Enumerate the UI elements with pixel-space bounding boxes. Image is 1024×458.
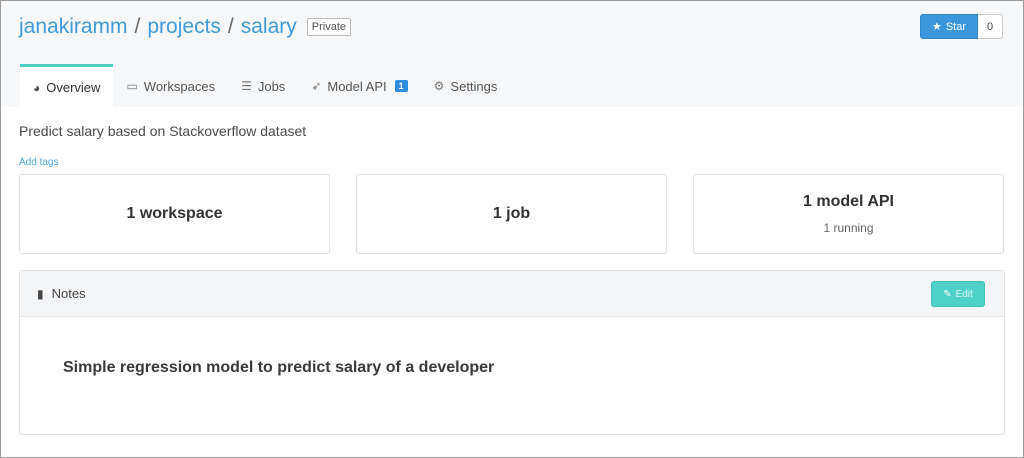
breadcrumb-project-link[interactable]: salary [241,15,297,39]
model-api-count-badge: 1 [394,80,408,92]
edit-icon: ✎ [943,288,952,300]
tab-label: Model API [327,78,387,94]
tab-workspaces[interactable]: ▭ Workspaces [113,64,228,108]
card-subtitle: 1 running [823,221,874,235]
star-icon: ★ [931,21,942,33]
card-title: 1 workspace [126,205,223,222]
list-icon: ☰ [241,79,252,93]
visibility-badge: Private [306,18,352,36]
tab-label: Settings [450,78,498,94]
card-title: 1 job [492,205,531,222]
tab-model-api[interactable]: ➶ Model API 1 [298,64,420,108]
add-tags-link[interactable]: Add tags [19,157,58,168]
star-button[interactable]: ★ Star [919,14,978,39]
tab-jobs[interactable]: ☰ Jobs [228,64,298,108]
book-icon: ▮ [37,286,44,301]
workspace-summary-card[interactable]: 1 workspace [19,174,330,254]
star-control: ★ Star 0 [919,14,1003,39]
rocket-icon: ➶ [311,79,322,93]
dashboard-icon: ◕ [33,80,41,95]
tab-label: Workspaces [143,78,216,94]
card-title: 1 model API [803,193,894,210]
gear-icon: ⚙ [433,79,445,93]
tab-label: Overview [46,80,101,95]
model-api-summary-card[interactable]: 1 model API 1 running [693,174,1004,254]
project-tabs: ◕ Overview ▭ Workspaces ☰ Jobs ➶ Model A… [20,64,510,108]
breadcrumb: janakiramm / projects / salary Private [19,15,352,39]
tab-overview[interactable]: ◕ Overview [20,64,114,108]
job-summary-card[interactable]: 1 job [356,174,667,254]
breadcrumb-owner-link[interactable]: janakiramm [19,15,128,39]
project-header: janakiramm / projects / salary Private ★… [1,1,1023,108]
notes-content: Simple regression model to predict salar… [63,359,495,376]
overview-panel: Predict salary based on Stackoverflow da… [1,107,1023,457]
breadcrumb-separator: / [227,15,234,38]
breadcrumb-separator: / [134,15,141,38]
star-count[interactable]: 0 [978,14,1003,39]
tab-settings[interactable]: ⚙ Settings [421,64,511,108]
star-label: Star [945,20,966,33]
notes-panel: ▮ Notes ✎ Edit Simple regression model t… [19,270,1005,435]
tab-label: Jobs [257,78,286,94]
edit-label: Edit [955,288,973,300]
edit-notes-button[interactable]: ✎ Edit [931,281,985,307]
laptop-icon: ▭ [126,79,138,93]
project-description: Predict salary based on Stackoverflow da… [19,123,307,139]
breadcrumb-projects-link[interactable]: projects [147,15,221,39]
notes-header: ▮ Notes ✎ Edit [20,271,1004,317]
notes-title: Notes [51,286,86,301]
